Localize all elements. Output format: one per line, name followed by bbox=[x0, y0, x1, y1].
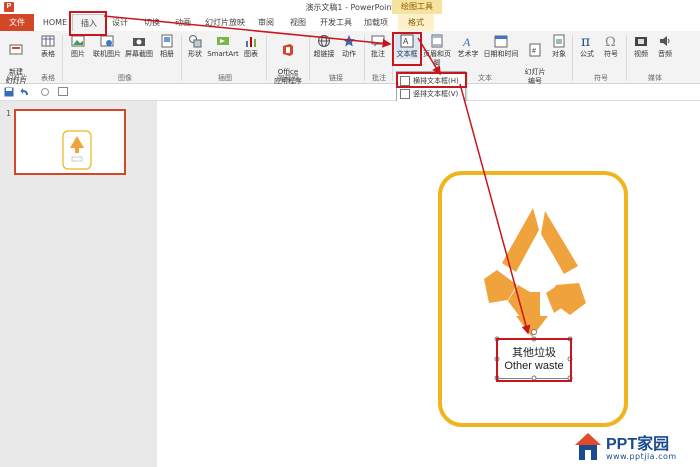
separator bbox=[62, 35, 63, 81]
group-label-links: 链接 bbox=[329, 74, 343, 82]
tab-addins[interactable]: 加载项 bbox=[360, 14, 392, 31]
screenshot-button[interactable]: 屏幕截图 bbox=[124, 34, 154, 59]
office-icon bbox=[283, 44, 293, 56]
redo-icon[interactable] bbox=[40, 87, 50, 97]
tab-developer[interactable]: 开发工具 bbox=[316, 14, 356, 31]
group-label-illustrations: 插图 bbox=[218, 74, 232, 82]
recycle-symbol-icon bbox=[484, 208, 586, 337]
shapes-button[interactable]: 形状 bbox=[184, 34, 206, 59]
calendar-icon bbox=[494, 35, 508, 48]
waste-sign-frame[interactable] bbox=[438, 171, 628, 427]
header-footer-button[interactable]: 页眉和页脚 bbox=[420, 34, 454, 68]
object-button[interactable]: 对象 bbox=[549, 34, 569, 59]
vertical-textbox-item[interactable]: 竖排文本框(V) bbox=[399, 88, 463, 100]
group-label-slides: 幻灯片 bbox=[6, 74, 28, 82]
slide-thumbnail[interactable] bbox=[14, 109, 126, 175]
highlight-textbox-on-slide bbox=[496, 338, 572, 382]
header-footer-icon bbox=[431, 34, 443, 48]
album-button[interactable]: 相册 bbox=[156, 34, 178, 59]
table-icon bbox=[41, 35, 55, 47]
tab-home[interactable]: HOME bbox=[38, 14, 72, 31]
drawing-tools-header: 绘图工具 bbox=[392, 0, 442, 14]
wordart-icon: A bbox=[462, 35, 471, 48]
action-button[interactable]: 动作 bbox=[338, 34, 360, 59]
tab-design[interactable]: 设计 bbox=[106, 14, 134, 31]
slide-number-label: 1 bbox=[6, 109, 12, 118]
separator bbox=[572, 35, 573, 81]
separator bbox=[309, 35, 310, 81]
video-button[interactable]: 视频 bbox=[630, 34, 652, 59]
watermark-url: www.pptjia.com bbox=[606, 452, 677, 461]
comment-button[interactable]: 批注 bbox=[367, 34, 389, 59]
star-icon bbox=[343, 35, 355, 47]
group-label-symbols: 符号 bbox=[594, 74, 608, 82]
slide-number-button[interactable]: # 幻灯片 编号 bbox=[522, 34, 548, 86]
new-slide-icon bbox=[9, 44, 23, 55]
picture-button[interactable]: 图片 bbox=[66, 34, 90, 59]
tab-review[interactable]: 审阅 bbox=[252, 14, 280, 31]
tab-format[interactable]: 格式 bbox=[398, 14, 434, 31]
tab-view[interactable]: 视图 bbox=[284, 14, 312, 31]
pi-icon: π bbox=[581, 34, 590, 48]
group-label-text: 文本 bbox=[478, 74, 492, 82]
separator bbox=[364, 35, 365, 81]
highlight-horizontal-textbox bbox=[396, 72, 467, 88]
smartart-button[interactable]: SmartArt bbox=[206, 34, 240, 59]
start-slideshow-icon[interactable] bbox=[58, 87, 68, 97]
datetime-button[interactable]: 日期和时间 bbox=[481, 34, 521, 59]
watermark-brand: PPT家园 bbox=[606, 436, 670, 453]
thumbnail-preview bbox=[62, 130, 92, 170]
equation-button[interactable]: π 公式 bbox=[576, 34, 598, 59]
highlight-textbox-button bbox=[392, 32, 422, 66]
group-label-addins: 加载项 bbox=[277, 74, 299, 82]
tab-file[interactable]: 文件 bbox=[0, 14, 34, 31]
slide-thumbnail-pane: 1 bbox=[0, 101, 127, 467]
tab-transitions[interactable]: 切换 bbox=[138, 14, 166, 31]
object-icon bbox=[553, 34, 565, 48]
group-label-images: 图像 bbox=[118, 74, 132, 82]
smartart-icon bbox=[217, 37, 229, 45]
chart-icon bbox=[246, 37, 256, 47]
group-label-media: 媒体 bbox=[648, 74, 662, 82]
picture-icon bbox=[71, 35, 85, 47]
chart-button[interactable]: 图表 bbox=[240, 34, 262, 59]
save-icon[interactable] bbox=[4, 87, 14, 97]
tab-slideshow[interactable]: 幻灯片放映 bbox=[200, 14, 250, 31]
wordart-button[interactable]: A 艺术字 bbox=[456, 34, 480, 59]
svg-text:A: A bbox=[462, 35, 471, 48]
camera-icon bbox=[133, 38, 145, 46]
speaker-icon bbox=[660, 36, 670, 46]
online-picture-icon bbox=[100, 35, 114, 47]
ribbon: 新建 幻灯片 表格 图片 联机图片 屏幕截图 相册 形状 SmartArt 图表… bbox=[0, 31, 700, 86]
svg-text:#: # bbox=[532, 48, 536, 55]
omega-icon: Ω bbox=[605, 35, 616, 48]
undo-icon[interactable] bbox=[20, 87, 30, 97]
tab-animations[interactable]: 动画 bbox=[168, 14, 198, 31]
hyperlink-button[interactable]: 超链接 bbox=[311, 34, 337, 59]
separator bbox=[266, 35, 267, 81]
album-icon bbox=[161, 34, 173, 48]
group-label-comments: 批注 bbox=[372, 74, 386, 82]
comment-icon bbox=[371, 35, 385, 47]
slide-number-icon: # bbox=[529, 43, 541, 57]
group-label-tables: 表格 bbox=[41, 74, 55, 82]
globe-icon bbox=[318, 35, 330, 47]
vertical-textbox-icon bbox=[400, 89, 410, 99]
svg-text:π: π bbox=[581, 34, 590, 48]
svg-text:Ω: Ω bbox=[605, 35, 616, 48]
separator bbox=[626, 35, 627, 81]
film-icon bbox=[635, 37, 647, 46]
online-picture-button[interactable]: 联机图片 bbox=[90, 34, 124, 59]
highlight-insert-tab bbox=[69, 11, 107, 36]
house-logo-icon bbox=[575, 433, 601, 460]
quick-access-toolbar bbox=[0, 84, 700, 101]
separator bbox=[181, 35, 182, 81]
symbol-button[interactable]: Ω 符号 bbox=[600, 34, 622, 59]
audio-button[interactable]: 音频 bbox=[654, 34, 676, 59]
table-button[interactable]: 表格 bbox=[37, 34, 59, 59]
shapes-icon bbox=[189, 35, 202, 48]
site-watermark: PPT家园 www.pptjia.com bbox=[572, 428, 697, 466]
